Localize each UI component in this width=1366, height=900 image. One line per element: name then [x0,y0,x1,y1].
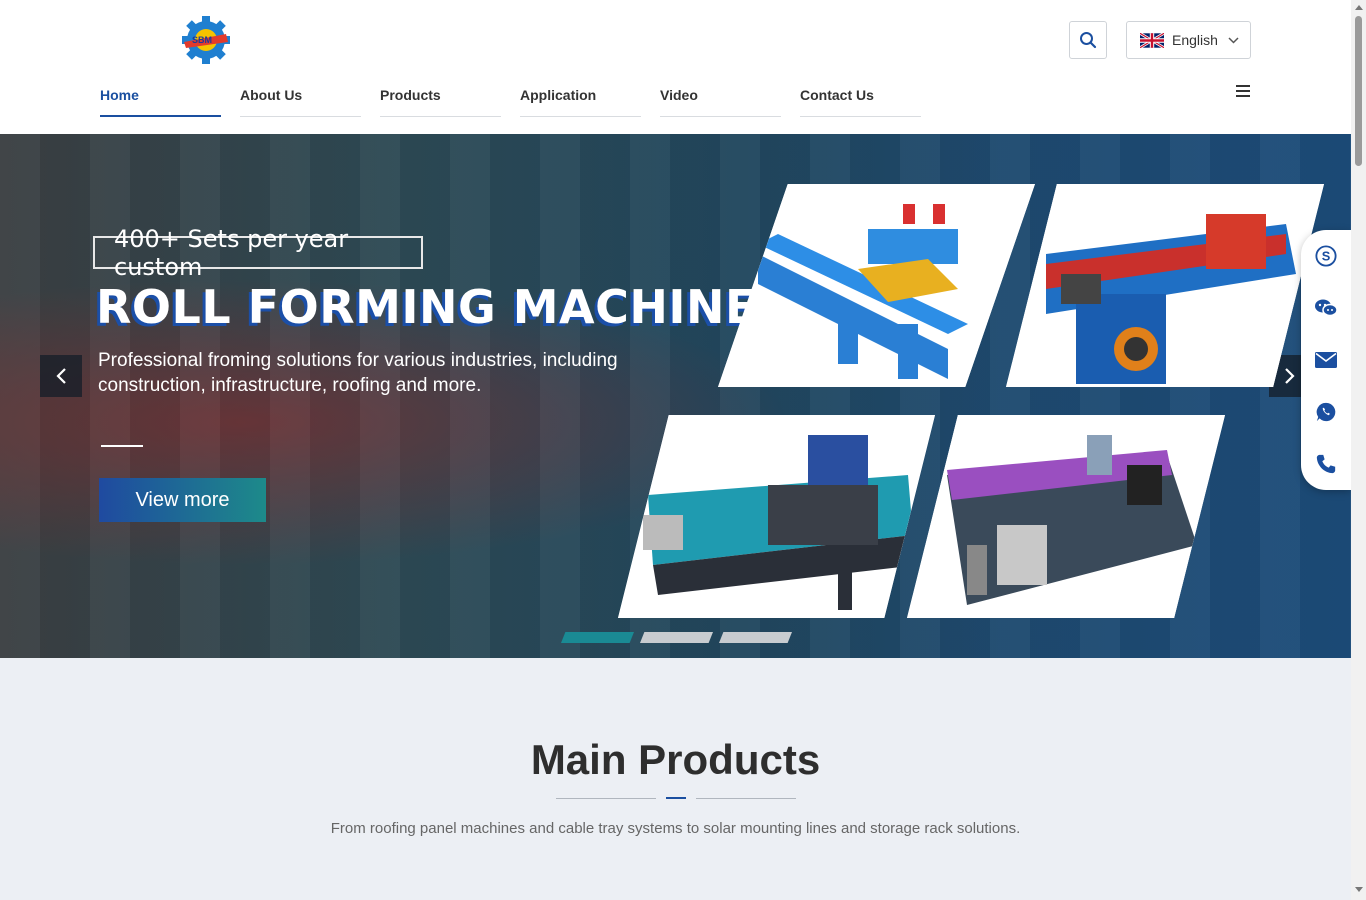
nav-item-application[interactable]: Application [520,72,641,117]
view-more-button[interactable]: View more [99,478,266,522]
scroll-up-arrow[interactable] [1355,5,1363,10]
nav-item-about-us[interactable]: About Us [240,72,361,117]
hero-title: ROLL FORMING MACHINE [96,280,757,334]
nav-item-home[interactable]: Home [100,72,221,117]
chevron-right-icon [1285,368,1295,384]
company-logo[interactable]: SBM [180,16,232,64]
hero-tagline: 400+ Sets per year custom [93,225,423,281]
page-scrollbar[interactable] [1351,0,1366,900]
hero-divider [101,445,143,447]
whatsapp-icon[interactable] [1314,400,1338,424]
search-button[interactable] [1069,21,1107,59]
scroll-thumb[interactable] [1355,16,1362,166]
section-divider [556,797,796,800]
email-icon[interactable] [1314,348,1338,372]
scroll-down-arrow[interactable] [1355,887,1363,892]
slider-dot-1[interactable] [561,632,634,643]
slider-dot-2[interactable] [640,632,713,643]
nav-item-products[interactable]: Products [380,72,501,117]
wechat-icon[interactable] [1314,296,1338,320]
nav-item-contact-us[interactable]: Contact Us [800,72,921,117]
chevron-down-icon [1228,36,1239,44]
hero-machine-image-3 [618,415,935,618]
section-subtitle: From roofing panel machines and cable tr… [330,820,1021,837]
phone-icon[interactable] [1314,452,1338,476]
main-products-section: Main Products From roofing panel machine… [0,658,1351,900]
svg-text:SBM: SBM [192,35,212,45]
slider-prev-button[interactable] [40,355,82,397]
hero-banner: 400+ Sets per year custom ROLL FORMING M… [0,134,1351,658]
contact-sidebar: S [1301,230,1351,490]
page: SBM English Home About Us Products Appli… [0,0,1366,900]
skype-icon[interactable]: S [1314,244,1338,268]
nav-item-video[interactable]: Video [660,72,781,117]
language-select[interactable]: English [1126,21,1251,59]
search-icon [1080,32,1097,49]
svg-text:S: S [1322,249,1331,264]
language-label: English [1172,32,1218,48]
hero-description: Professional froming solutions for vario… [98,350,618,396]
section-title: Main Products [530,736,821,783]
hero-machine-image-4 [907,415,1225,618]
hero-machine-image-2 [1006,184,1324,387]
menu-icon[interactable] [1236,85,1250,97]
main-nav: Home About Us Products Application Video… [100,72,940,117]
slider-pagination [561,632,792,643]
slider-dot-3[interactable] [719,632,792,643]
site-header: SBM English Home About Us Products Appli… [0,0,1351,134]
uk-flag-icon [1140,32,1164,48]
chevron-left-icon [56,368,66,384]
